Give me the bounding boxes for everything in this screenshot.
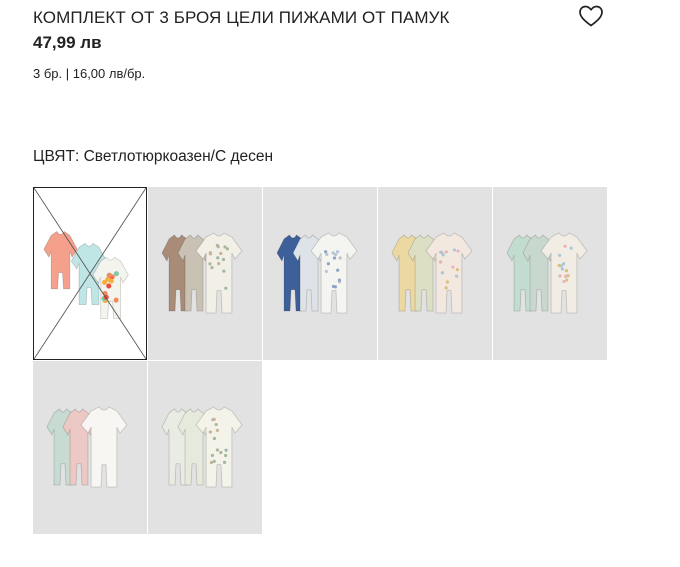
product-price: 47,99 лв xyxy=(33,33,102,52)
favorite-button[interactable] xyxy=(578,4,604,28)
heart-outline-icon xyxy=(579,5,603,27)
color-value: Светлотюркоазен/С десен xyxy=(83,148,274,165)
color-swatch[interactable] xyxy=(33,187,147,360)
color-swatch[interactable] xyxy=(378,187,492,360)
color-selection-label: ЦВЯТ: Светлотюркоазен/С десен xyxy=(33,148,273,166)
color-swatch[interactable] xyxy=(148,361,262,534)
swatch-thumbnail xyxy=(46,406,128,488)
color-swatch[interactable] xyxy=(33,361,147,534)
swatch-thumbnail xyxy=(161,406,243,488)
color-swatch-grid xyxy=(33,187,613,534)
color-swatch[interactable] xyxy=(263,187,377,360)
unit-price: 3 бр. | 16,00 лв/бр. xyxy=(33,66,146,81)
swatch-thumbnail xyxy=(276,232,358,314)
swatch-thumbnail xyxy=(391,232,473,314)
product-title: КОМПЛЕКТ ОТ 3 БРОЯ ЦЕЛИ ПИЖАМИ ОТ ПАМУК xyxy=(33,8,450,27)
color-swatch[interactable] xyxy=(493,187,607,360)
swatch-thumbnail xyxy=(506,232,588,314)
swatch-thumbnail xyxy=(34,188,146,359)
color-label: ЦВЯТ: xyxy=(33,148,80,165)
swatch-thumbnail xyxy=(161,232,243,314)
color-swatch[interactable] xyxy=(148,187,262,360)
